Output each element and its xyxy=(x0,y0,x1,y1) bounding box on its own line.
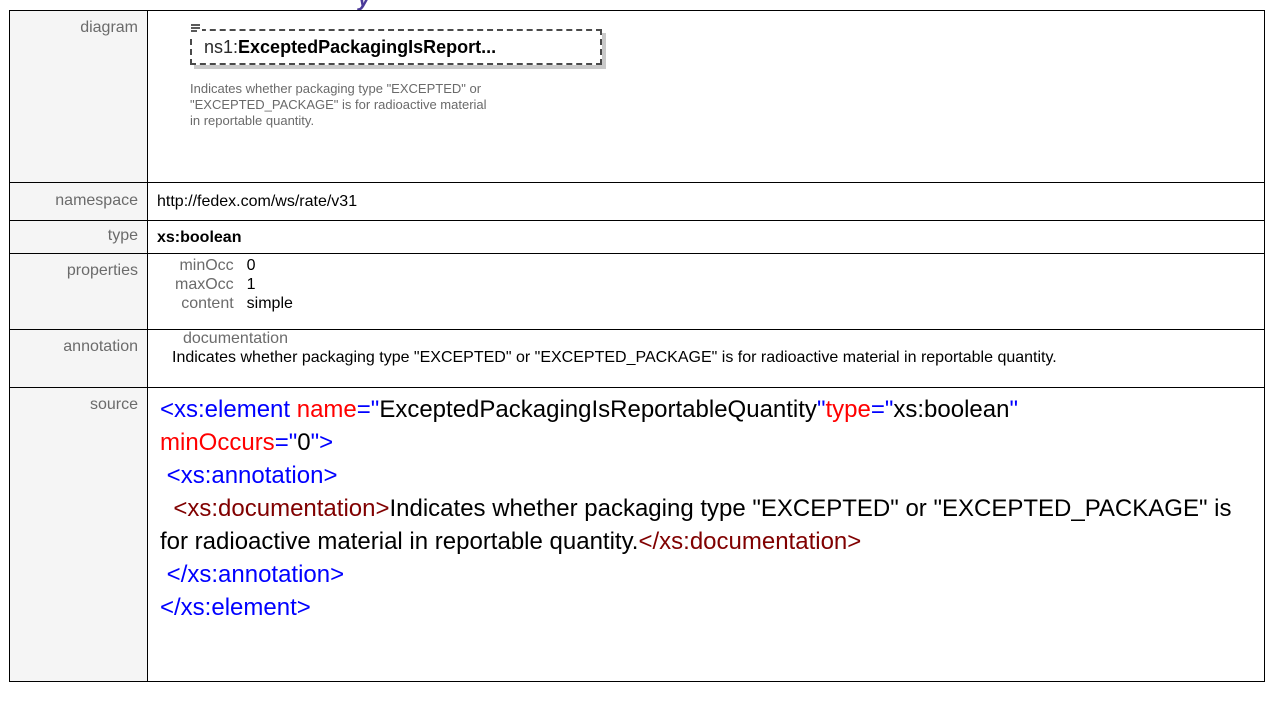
property-key: content xyxy=(181,295,234,312)
type-label: type xyxy=(9,220,148,254)
element-node-name: ns1:ExceptedPackagingIsReport... xyxy=(204,37,496,58)
diagram-label: diagram xyxy=(9,10,148,183)
source-documentation-open: <xs:documentation> xyxy=(173,495,390,522)
source-attr-value: 0 xyxy=(297,429,311,456)
property-row: content simple xyxy=(175,294,293,313)
documentation-icon xyxy=(190,23,202,35)
namespace-label: namespace xyxy=(9,182,148,221)
source-punct: =" xyxy=(274,429,298,456)
annotation-row: annotation documentation Indicates wheth… xyxy=(9,329,1265,388)
source-attr-value: xs:boolean xyxy=(893,396,1010,423)
property-row: minOcc 0 xyxy=(175,256,293,275)
source-attr-value: ExceptedPackagingIsReportableQuantity xyxy=(379,396,817,423)
annotation-text: Indicates whether packaging type "EXCEPT… xyxy=(172,349,1057,366)
source-element-open: <xs:element xyxy=(160,396,297,423)
element-node[interactable]: ns1:ExceptedPackagingIsReport... xyxy=(190,23,602,65)
source-cell: <xs:element name="ExceptedPackagingIsRep… xyxy=(147,387,1265,682)
type-value[interactable]: xs:boolean xyxy=(157,229,241,246)
properties-label: properties xyxy=(9,253,148,330)
source-punct: "> xyxy=(310,429,334,456)
type-value-cell: xs:boolean xyxy=(147,220,1265,254)
property-value: simple xyxy=(246,295,293,312)
annotation-label: annotation xyxy=(9,329,148,388)
source-row: source <xs:element name="ExceptedPackagi… xyxy=(9,387,1265,682)
property-key: minOcc xyxy=(179,257,234,274)
element-name: ExceptedPackagingIsReport... xyxy=(238,37,497,57)
source-punct: " xyxy=(1009,396,1019,423)
element-note: Indicates whether packaging type "EXCEPT… xyxy=(190,81,487,128)
diagram-row: diagram ns1:ExceptedPackagingIsReport... xyxy=(9,10,1265,183)
source-element-close: </xs:element> xyxy=(160,594,311,621)
annotation-cell: documentation Indicates whether packagin… xyxy=(147,329,1265,388)
source-attr-name: type xyxy=(825,396,871,423)
property-value: 0 xyxy=(246,257,256,274)
property-value: 1 xyxy=(246,276,256,293)
element-properties-table: diagram ns1:ExceptedPackagingIsReport... xyxy=(9,10,1265,682)
heading-fragment: y xyxy=(358,0,370,10)
source-annotation-close: </xs:annotation> xyxy=(166,561,345,588)
source-label: source xyxy=(9,387,148,682)
property-row: maxOcc 1 xyxy=(175,275,293,294)
property-key: maxOcc xyxy=(175,276,234,293)
source-documentation-close: </xs:documentation> xyxy=(638,528,862,555)
namespace-row: namespace http://fedex.com/ws/rate/v31 xyxy=(9,182,1265,221)
diagram-cell: ns1:ExceptedPackagingIsReport... Indicat… xyxy=(147,10,1265,183)
cut-off-heading: y xyxy=(0,0,1266,10)
namespace-value: http://fedex.com/ws/rate/v31 xyxy=(147,182,1265,221)
schema-doc-page: y diagram ns1:ExceptedPackagingIsReport.… xyxy=(0,0,1266,726)
properties-cell: minOcc 0 maxOcc 1 content simple xyxy=(147,253,1265,330)
properties-row: properties minOcc 0 maxOcc 1 content sim… xyxy=(9,253,1265,330)
source-code: <xs:element name="ExceptedPackagingIsRep… xyxy=(157,388,1264,624)
source-punct: =" xyxy=(356,396,380,423)
source-punct: =" xyxy=(870,396,894,423)
element-prefix: ns1: xyxy=(204,37,239,57)
source-attr-name: minOccurs xyxy=(160,429,275,456)
source-annotation-open: <xs:annotation> xyxy=(166,462,338,489)
source-attr-name: name xyxy=(296,396,357,423)
type-row: type xs:boolean xyxy=(9,220,1265,254)
annotation-heading: documentation xyxy=(183,330,288,347)
properties-subtable: minOcc 0 maxOcc 1 content simple xyxy=(175,256,293,313)
